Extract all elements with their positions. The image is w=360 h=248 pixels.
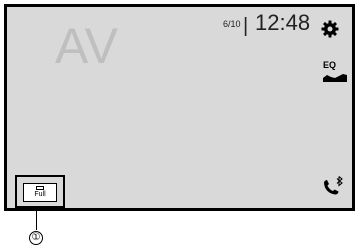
screen-mode-icon: Full — [23, 183, 57, 202]
eq-button[interactable]: EQ — [323, 61, 347, 83]
phone-bluetooth-icon — [324, 176, 343, 195]
eq-curve-icon — [323, 74, 347, 82]
screen-mode-label: Full — [34, 191, 46, 198]
eq-label: EQ — [323, 60, 337, 70]
screen-mode-tab — [36, 186, 44, 190]
screen-mode-button[interactable]: Full — [15, 175, 65, 208]
date-display: 6/10 — [223, 19, 241, 29]
callout-line — [36, 209, 37, 230]
callout-number: ① — [29, 231, 43, 245]
clock-display: 12:48 — [255, 10, 311, 35]
phone-button[interactable] — [320, 175, 346, 199]
settings-button[interactable] — [320, 19, 340, 39]
clock-separator: | — [243, 15, 249, 37]
av-source-screen: AV 6/10 | 12:48 EQ Full — [4, 4, 355, 211]
source-label: AV — [55, 18, 118, 74]
gear-icon — [321, 20, 339, 38]
